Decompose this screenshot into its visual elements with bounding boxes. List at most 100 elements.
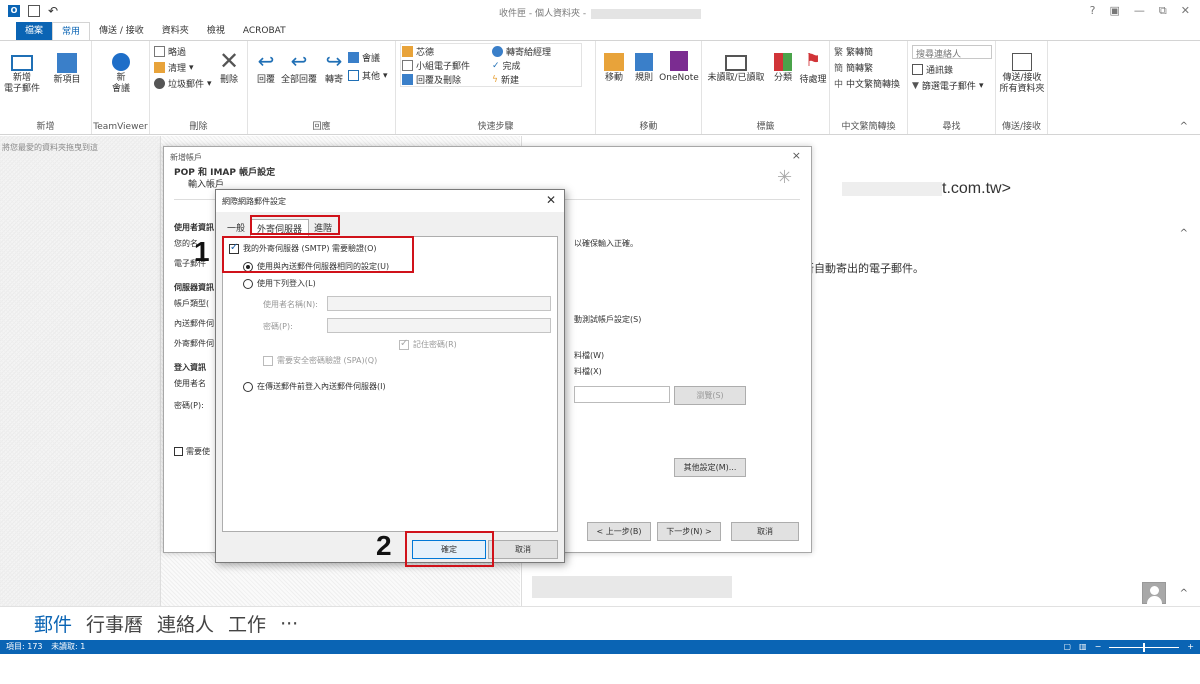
wizard-password-label: 密碼(P):	[174, 401, 204, 410]
ok-button[interactable]: 確定	[412, 540, 486, 559]
ribbon-group-delete: 略過 清理 ▾ 垃圾郵件 ▾ ✕ 刪除 刪除	[150, 41, 248, 134]
chevron-down-icon: ▾	[978, 80, 984, 91]
normal-view-icon[interactable]: ▢	[1063, 640, 1071, 654]
require-spa-checkbox[interactable]: 需要使	[174, 446, 210, 457]
traditional-to-simplified-button[interactable]: 繁繁轉簡	[834, 45, 873, 58]
radio-dot	[243, 261, 253, 272]
login-with-radio[interactable]: 使用下列登入(L)	[243, 278, 316, 289]
tab-acrobat[interactable]: ACROBAT	[234, 22, 295, 40]
nav-tasks[interactable]: 工作	[228, 610, 266, 637]
follow-up-button[interactable]: ⚑ 待處理	[798, 49, 828, 86]
restore-icon[interactable]: ⧉	[1159, 4, 1167, 18]
settings-close-icon[interactable]: ✕	[546, 193, 556, 207]
wizard-close-icon[interactable]: ×	[792, 149, 801, 162]
junk-button[interactable]: 垃圾郵件 ▾	[154, 77, 212, 90]
data-file-path-input[interactable]	[574, 386, 670, 403]
tab-home[interactable]: 常用	[52, 22, 91, 40]
spa-checkbox[interactable]: 需要安全密碼驗證 (SPA)(Q)	[263, 355, 377, 366]
require-label: 需要使	[186, 447, 210, 456]
simplified-to-traditional-button[interactable]: 簡簡轉繁	[834, 61, 873, 74]
quickstep-create-new[interactable]: ϟ 新建	[492, 73, 519, 87]
meeting-icon	[348, 52, 359, 63]
collapse-ribbon-icon[interactable]: ^	[1180, 121, 1188, 132]
more-respond-button[interactable]: 其他 ▾	[348, 69, 388, 82]
tab-send-receive[interactable]: 傳送 / 接收	[90, 22, 153, 40]
delete-x-icon: ✕	[218, 47, 240, 75]
quickstep-manager-label: 轉寄給經理	[506, 48, 552, 58]
tab-folder[interactable]: 資料夾	[153, 22, 198, 40]
categorize-icon	[774, 53, 792, 71]
wizard-cancel-button[interactable]: 取消	[731, 522, 799, 541]
send-receive-all-button[interactable]: 傳送/接收 所有資料夾	[998, 49, 1046, 95]
nav-more[interactable]: ···	[280, 613, 298, 635]
filter-email-button[interactable]: ▼ 篩選電子郵件 ▾	[912, 79, 984, 93]
quickstep-move-to[interactable]: 芯德	[402, 45, 434, 58]
meeting-button[interactable]: 會議	[348, 51, 380, 64]
unread-read-button[interactable]: 未讀取/已讀取	[704, 49, 768, 84]
smtp-password-input[interactable]	[327, 318, 551, 333]
reading-view-icon[interactable]: ▥	[1079, 640, 1087, 654]
same-as-incoming-radio[interactable]: 使用與內送郵件伺服器相同的設定(U)	[243, 261, 389, 272]
move-folder-icon	[604, 53, 624, 71]
teamviewer-meeting-button[interactable]: 新 會議	[100, 49, 142, 95]
forward-button[interactable]: ↪ 轉寄	[320, 49, 348, 86]
ignore-button[interactable]: 略過	[154, 45, 186, 58]
tab-file[interactable]: 檔案	[16, 22, 53, 40]
outgoing-server-label: 外寄郵件伺	[174, 339, 214, 348]
nav-mail[interactable]: 郵件	[34, 610, 72, 637]
nav-contacts[interactable]: 連絡人	[157, 610, 214, 637]
radio-dot	[243, 278, 253, 289]
verify-note: 以確保輸入正確。	[574, 239, 638, 248]
reply-all-icon: ↩	[290, 49, 308, 73]
zoom-in-icon[interactable]: +	[1187, 640, 1194, 654]
collapse-header-icon[interactable]: ^	[1180, 228, 1188, 239]
minimize-icon[interactable]: —	[1134, 4, 1145, 18]
move-button[interactable]: 移動	[600, 49, 628, 84]
login-before-send-radio[interactable]: 在傳送郵件前登入內送郵件伺服器(I)	[243, 381, 386, 392]
new-items-button[interactable]: 新項目	[46, 49, 88, 86]
quickstep-team-email[interactable]: 小組電子郵件	[402, 59, 470, 72]
tab-view[interactable]: 檢視	[198, 22, 234, 40]
tab-advanced[interactable]: 進階	[309, 219, 337, 237]
ribbon-display-icon[interactable]: ▣	[1110, 4, 1120, 18]
next-button[interactable]: 下一步(N) >	[657, 522, 721, 541]
close-icon[interactable]: ✕	[1181, 4, 1190, 18]
reply-button[interactable]: ↩ 回覆	[252, 49, 280, 86]
existing-data-file-option[interactable]: 料檔(X)	[574, 366, 602, 377]
reply-all-label: 全部回覆	[280, 75, 317, 85]
new-email-button[interactable]: 新增 電子郵件	[2, 49, 42, 95]
quickstep-done[interactable]: ✓ 完成	[492, 59, 521, 73]
new-data-file-option[interactable]: 料檔(W)	[574, 350, 604, 361]
onenote-button[interactable]: OneNote	[658, 49, 700, 84]
quickstep-reply-delete[interactable]: 回覆及刪除	[402, 73, 461, 86]
search-people-input[interactable]: 搜尋連絡人	[912, 45, 992, 60]
auto-test-checkbox-label[interactable]: 動測試帳戶設定(S)	[574, 314, 641, 325]
folder-icon	[402, 46, 413, 57]
tab-outgoing-server[interactable]: 外寄伺服器	[250, 219, 310, 237]
zoom-out-icon[interactable]: −	[1095, 640, 1102, 654]
quickstep-to-manager[interactable]: 轉寄給經理	[492, 45, 551, 58]
zoom-slider[interactable]	[1109, 642, 1180, 652]
help-icon[interactable]: ?	[1090, 4, 1096, 18]
settings-cancel-button[interactable]: 取消	[488, 540, 558, 559]
remember-password-checkbox[interactable]: 記住密碼(R)	[399, 338, 457, 350]
cleanup-button[interactable]: 清理 ▾	[154, 61, 194, 74]
chinese-conversion-button[interactable]: 中中文繁簡轉換	[834, 77, 900, 90]
back-button[interactable]: < 上一步(B)	[587, 522, 651, 541]
group-label-teamviewer: TeamViewer	[93, 122, 148, 132]
browse-button[interactable]: 瀏覽(S)	[674, 386, 746, 405]
smtp-username-input[interactable]	[327, 296, 551, 311]
nav-calendar[interactable]: 行事曆	[86, 610, 143, 637]
expand-people-icon[interactable]: ^	[1180, 588, 1188, 599]
delete-button[interactable]: ✕ 刪除	[214, 49, 244, 86]
more-settings-button[interactable]: 其他設定(M)...	[674, 458, 746, 477]
reply-all-button[interactable]: ↩ 全部回覆	[280, 49, 318, 86]
rules-button[interactable]: 規則	[630, 49, 658, 84]
smtp-auth-checkbox[interactable]: 我的外寄伺服器 (SMTP) 需要驗證(O)	[229, 242, 377, 254]
categorize-button[interactable]: 分類	[770, 49, 796, 84]
cleanup-label: 清理	[168, 64, 187, 74]
tab-general[interactable]: 一般	[222, 219, 250, 237]
quickstep-new-label: 新建	[500, 76, 519, 86]
address-book-button[interactable]: 通訊錄	[912, 63, 953, 76]
avatar[interactable]	[1142, 582, 1166, 605]
